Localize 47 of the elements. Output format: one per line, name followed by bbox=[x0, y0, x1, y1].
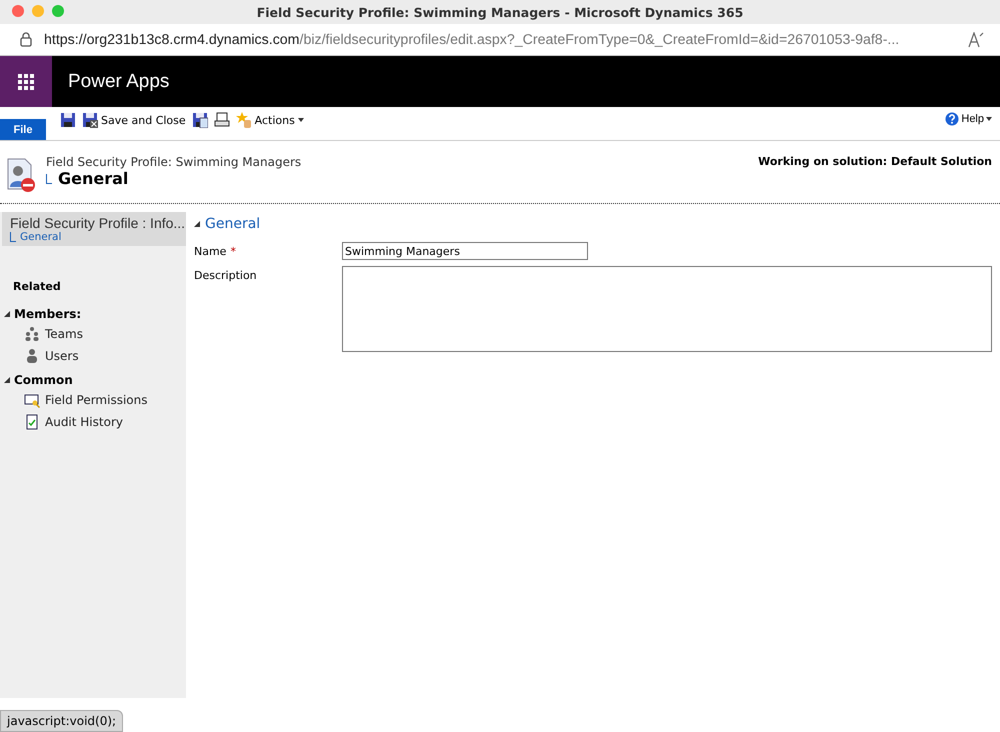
required-mark: * bbox=[230, 245, 236, 260]
caret-icon bbox=[986, 117, 992, 121]
printer-icon bbox=[214, 112, 230, 128]
record-entity-title: Field Security Profile: Swimming Managers bbox=[46, 155, 302, 169]
people-group-icon bbox=[24, 326, 40, 342]
solution-label: Working on solution: Default Solution bbox=[758, 155, 992, 168]
toolbar-button[interactable] bbox=[192, 112, 208, 128]
form-key-icon bbox=[24, 392, 40, 408]
nav-item[interactable]: Audit History bbox=[0, 411, 186, 433]
actions-menu-button[interactable]: Actions bbox=[236, 112, 304, 128]
checklist-icon bbox=[24, 414, 40, 430]
field-label: Name bbox=[194, 245, 226, 260]
field-label: Description bbox=[194, 269, 257, 284]
nav-item[interactable]: Teams bbox=[0, 323, 186, 345]
status-url-tooltip: javascript:void(0); bbox=[0, 710, 124, 732]
url-field[interactable]: https://org231b13c8.crm4.dynamics.com/biz/fieldsecurityprofiles/edit.aspx?_CreateFromType=0&_CreateFromId=&id=26701053-9af8-... bbox=[44, 32, 956, 48]
window-title: Field Security Profile: Swimming Managers - Microsoft Dynamics 365 bbox=[256, 4, 744, 20]
form-nav-link[interactable]: General bbox=[10, 231, 62, 243]
section-header[interactable]: General bbox=[194, 212, 260, 236]
profile-icon bbox=[6, 157, 36, 193]
app-launcher-button[interactable] bbox=[0, 56, 52, 107]
floppy-close-icon bbox=[82, 112, 98, 128]
floppy-new-icon bbox=[192, 112, 208, 128]
form-title: General bbox=[58, 169, 128, 188]
toolbar-button[interactable] bbox=[214, 112, 230, 128]
help-menu-button[interactable]: Help bbox=[945, 112, 992, 126]
caret-icon bbox=[298, 118, 304, 122]
nav-group-header[interactable]: Common bbox=[0, 371, 186, 389]
reader-text-icon[interactable] bbox=[968, 32, 986, 48]
collapse-triangle-icon bbox=[194, 221, 200, 227]
related-heading: Related bbox=[13, 280, 62, 293]
toolbar-button[interactable] bbox=[60, 112, 76, 128]
nav-group-header[interactable]: Members: bbox=[0, 305, 186, 323]
form-selector-title: Field Security Profile : Info... bbox=[10, 215, 186, 231]
person-icon bbox=[24, 348, 40, 364]
app-title: Power Apps bbox=[68, 70, 170, 92]
lock-icon bbox=[20, 32, 32, 47]
help-icon bbox=[945, 112, 960, 126]
nav-item[interactable]: Users bbox=[0, 345, 186, 367]
description-input[interactable] bbox=[342, 266, 992, 352]
nav-item[interactable]: Field Permissions bbox=[0, 389, 186, 411]
file-tab[interactable]: File bbox=[0, 119, 46, 140]
close-button[interactable] bbox=[12, 5, 24, 17]
grid-icon bbox=[18, 74, 34, 90]
save-and-close-button[interactable]: Save and Close bbox=[82, 112, 186, 128]
name-input[interactable]: Swimming Managers bbox=[342, 242, 588, 260]
star-hand-icon bbox=[236, 112, 252, 128]
